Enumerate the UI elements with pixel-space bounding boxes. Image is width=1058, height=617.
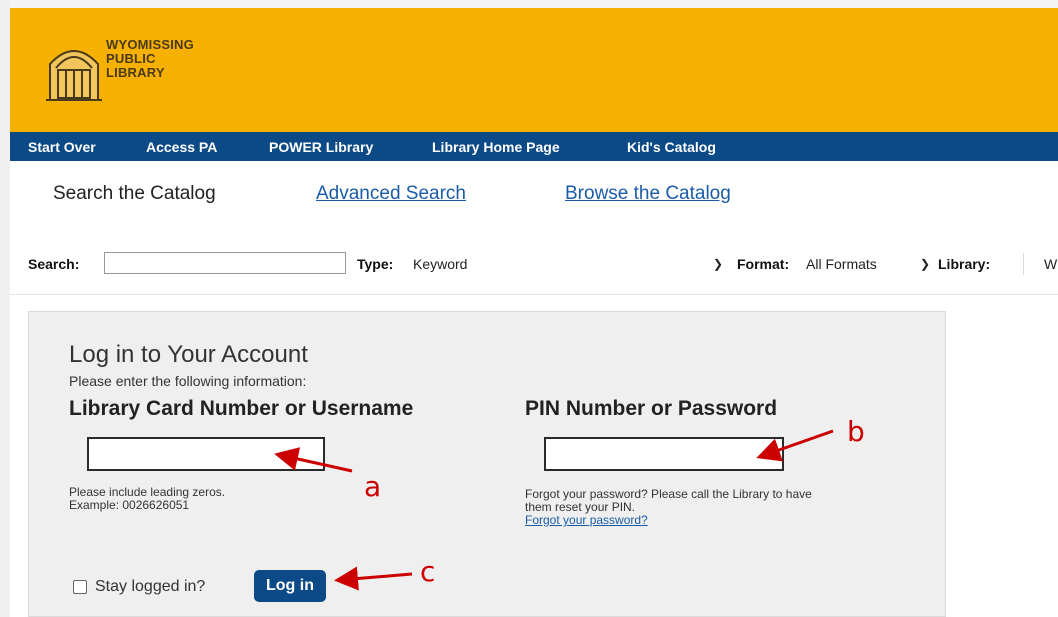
annotation-c: c [420, 555, 436, 588]
annotation-b: b [847, 415, 865, 448]
annotation-a: a [364, 470, 382, 503]
annotation-arrows [274, 429, 834, 591]
arrow-c [334, 566, 413, 591]
arrow-b [756, 429, 834, 462]
arrow-a [274, 447, 353, 473]
page: WYOMISSING PUBLIC LIBRARY Start Over Acc… [0, 0, 1058, 617]
